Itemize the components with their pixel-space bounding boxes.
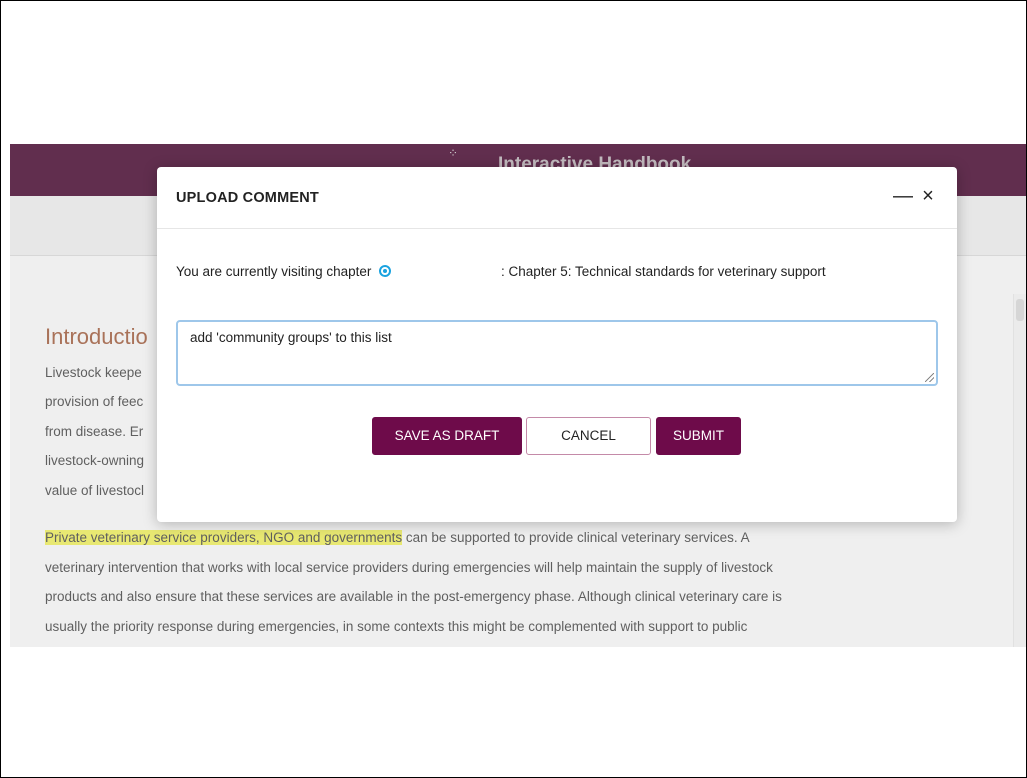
close-button[interactable]: × xyxy=(917,185,939,207)
comment-input[interactable]: add 'community groups' to this list xyxy=(176,320,938,386)
minimize-button[interactable]: — xyxy=(892,185,914,207)
resize-handle-icon[interactable] xyxy=(925,373,934,382)
submit-button[interactable]: SUBMIT xyxy=(656,417,741,455)
screenshot-frame: ⁘ Interactive Handbook Introductio Lives… xyxy=(0,0,1027,778)
chapter-prefix: You are currently visiting chapter xyxy=(176,264,372,279)
chapter-info: You are currently visiting chapter xyxy=(176,264,392,279)
info-circle-icon[interactable] xyxy=(379,265,392,277)
dialog-header: UPLOAD COMMENT — × xyxy=(157,167,957,229)
upload-comment-dialog: UPLOAD COMMENT — × You are currently vis… xyxy=(157,167,957,522)
save-as-draft-button[interactable]: SAVE AS DRAFT xyxy=(372,417,522,455)
cancel-button[interactable]: CANCEL xyxy=(526,417,651,455)
chapter-name: : Chapter 5: Technical standards for vet… xyxy=(501,264,826,279)
dialog-title: UPLOAD COMMENT xyxy=(176,190,319,206)
